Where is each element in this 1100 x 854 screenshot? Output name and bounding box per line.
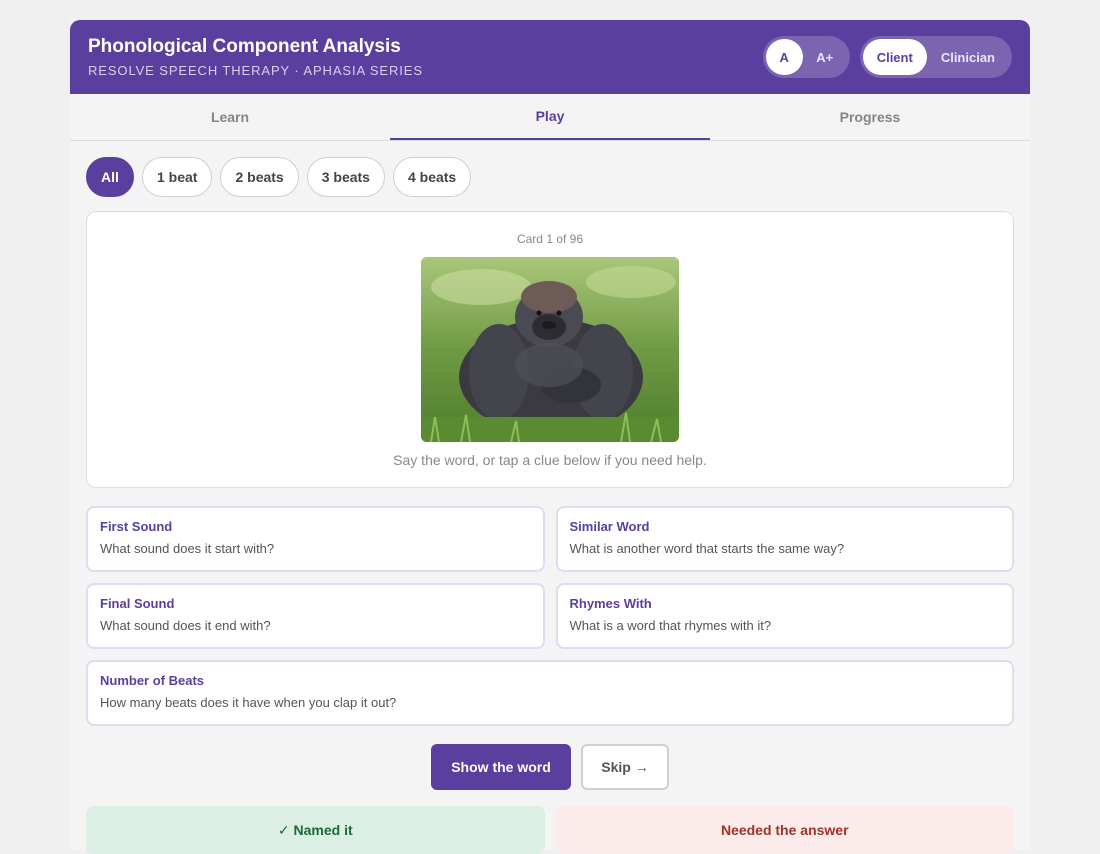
clue-title: Final Sound — [100, 596, 175, 611]
main-tabs: Learn Play Progress — [70, 94, 1030, 141]
client-mode-button[interactable]: Client — [862, 39, 927, 75]
header-controls: A A+ Client Clinician — [762, 36, 1012, 78]
font-large-button[interactable]: A+ — [803, 39, 847, 75]
filter-3-beats[interactable]: 3 beats — [306, 157, 385, 197]
clue-first-sound[interactable]: First Sound What sound does it start wit… — [86, 506, 545, 572]
clue-question: What sound does it start with? — [100, 541, 275, 556]
app-title: Phonological Component Analysis — [88, 36, 401, 57]
clue-number-of-beats[interactable]: Number of Beats How many beats does it h… — [86, 660, 1014, 726]
card-picture — [421, 257, 679, 442]
clue-question: What sound does it end with? — [100, 618, 271, 633]
clue-question: How many beats does it have when you cla… — [100, 695, 397, 710]
font-normal-button[interactable]: A — [765, 39, 803, 75]
beat-filters: All 1 beat 2 beats 3 beats 4 beats — [70, 141, 1030, 211]
clue-title: Number of Beats — [100, 673, 205, 688]
filter-1-beat[interactable]: 1 beat — [142, 157, 213, 197]
skip-button[interactable]: Skip → — [581, 744, 669, 790]
app-header: Phonological Component Analysis RESOLVE … — [70, 20, 1030, 94]
filter-4-beats[interactable]: 4 beats — [392, 157, 472, 197]
gorilla-picture — [421, 257, 679, 442]
clue-similar-word[interactable]: Similar Word What is another word that s… — [555, 506, 1014, 572]
show-word-button[interactable]: Show the word — [431, 744, 571, 790]
tab-play[interactable]: Play — [390, 94, 710, 140]
mode-toggle: Client Clinician — [859, 36, 1012, 78]
word-card: Card 1 of 96 Say the word, or tap a clue… — [86, 211, 1014, 488]
tab-learn[interactable]: Learn — [70, 94, 390, 140]
card-prompt: Say the word, or tap a clue below if you… — [393, 452, 707, 468]
app-container: Phonological Component Analysis RESOLVE … — [70, 20, 1030, 854]
clue-grid: First Sound What sound does it start wit… — [86, 506, 1014, 726]
clue-question: What is another word that starts the sam… — [569, 541, 845, 556]
clue-title: Rhymes With — [569, 596, 652, 611]
clue-title: First Sound — [100, 519, 173, 534]
clinician-mode-button[interactable]: Clinician — [927, 39, 1009, 75]
app-subtitle: RESOLVE SPEECH THERAPY · APHASIA SERIES — [88, 63, 423, 78]
header-titles: Phonological Component Analysis RESOLVE … — [88, 36, 423, 78]
card-counter: Card 1 of 96 — [516, 232, 584, 246]
tab-progress[interactable]: Progress — [710, 94, 1030, 140]
font-size-toggle: A A+ — [762, 36, 850, 78]
named-it-button[interactable]: ✓ Named it — [86, 806, 545, 854]
clue-rhymes-with[interactable]: Rhymes With What is a word that rhymes w… — [555, 583, 1014, 649]
clue-question: What is a word that rhymes with it? — [569, 618, 772, 633]
result-buttons: ✓ Named it Needed the answer — [86, 806, 1014, 854]
filter-all[interactable]: All — [86, 157, 134, 197]
clue-title: Similar Word — [569, 519, 650, 534]
filter-2-beats[interactable]: 2 beats — [220, 157, 299, 197]
needed-answer-button[interactable]: Needed the answer — [555, 806, 1014, 854]
clue-final-sound[interactable]: Final Sound What sound does it end with? — [86, 583, 545, 649]
card-actions: Show the word Skip → — [70, 744, 1030, 790]
